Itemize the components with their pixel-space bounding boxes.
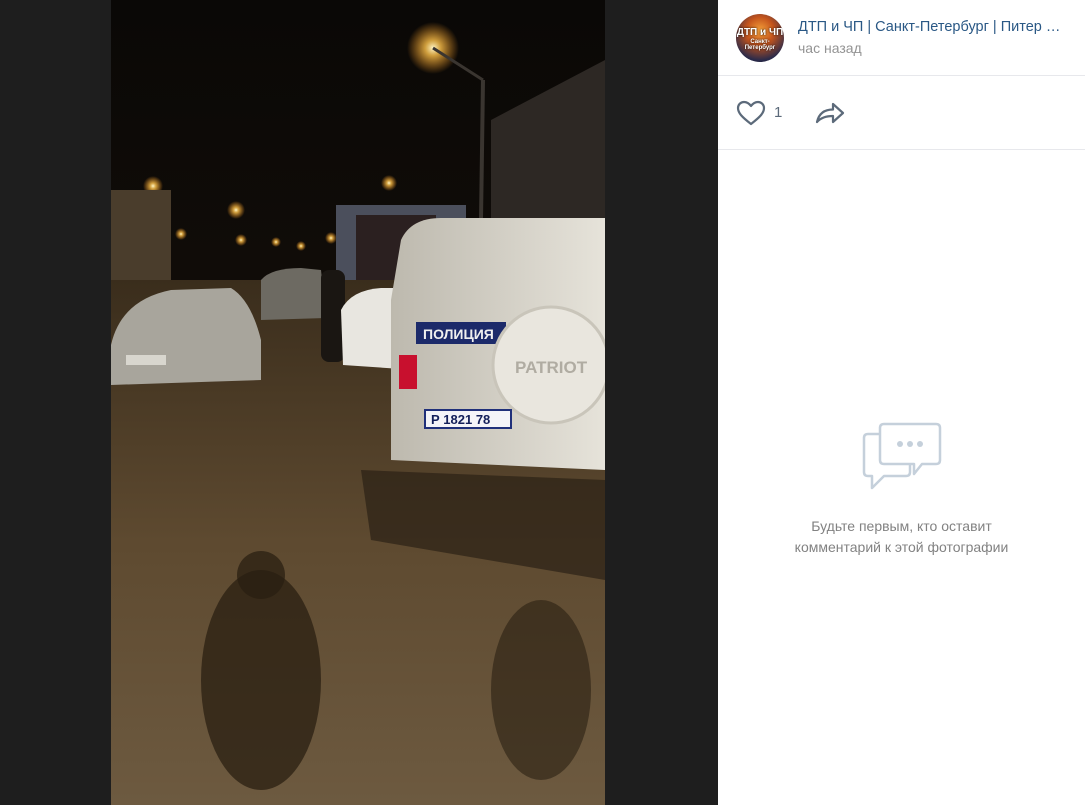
empty-comments-line2: комментарий к этой фотографии xyxy=(794,539,1009,555)
avatar-title: ДТП и ЧП xyxy=(736,26,784,38)
avatar-subtitle: Санкт-Петербург xyxy=(744,38,776,51)
empty-comments-line1: Будьте первым, кто оставит xyxy=(811,518,992,534)
group-avatar[interactable]: ДТП и ЧП Санкт-Петербург xyxy=(736,13,784,62)
photo-viewer: ПОЛИЦИЯ PATRIOT Р 1821 78 ДТП и ЧП Санкт… xyxy=(0,0,1085,805)
license-plate: Р 1821 78 xyxy=(431,412,490,427)
share-button[interactable] xyxy=(814,101,846,125)
spare-wheel-text: PATRIOT xyxy=(515,358,588,377)
group-name-link[interactable]: ДТП и ЧП | Санкт-Петербург | Питер Онлай… xyxy=(798,17,1068,37)
post-photo[interactable]: ПОЛИЦИЯ PATRIOT Р 1821 78 xyxy=(111,0,605,805)
post-header: ДТП и ЧП Санкт-Петербург ДТП и ЧП | Санк… xyxy=(718,0,1085,76)
like-count: 1 xyxy=(774,104,783,121)
heart-icon xyxy=(736,100,766,125)
post-time[interactable]: час назад xyxy=(798,38,1068,58)
post-actions: 1 xyxy=(718,76,1085,150)
photo-area[interactable]: ПОЛИЦИЯ PATRIOT Р 1821 78 xyxy=(0,0,718,805)
police-label: ПОЛИЦИЯ xyxy=(423,326,494,342)
comments-empty-state: Будьте первым, кто оставит комментарий к… xyxy=(718,420,1085,558)
like-button[interactable]: 1 xyxy=(736,100,782,126)
post-header-text: ДТП и ЧП | Санкт-Петербург | Питер Онлай… xyxy=(798,17,1068,58)
post-sidebar: ДТП и ЧП Санкт-Петербург ДТП и ЧП | Санк… xyxy=(718,0,1085,805)
chat-bubbles-icon xyxy=(862,422,941,490)
share-arrow-icon xyxy=(816,102,845,123)
